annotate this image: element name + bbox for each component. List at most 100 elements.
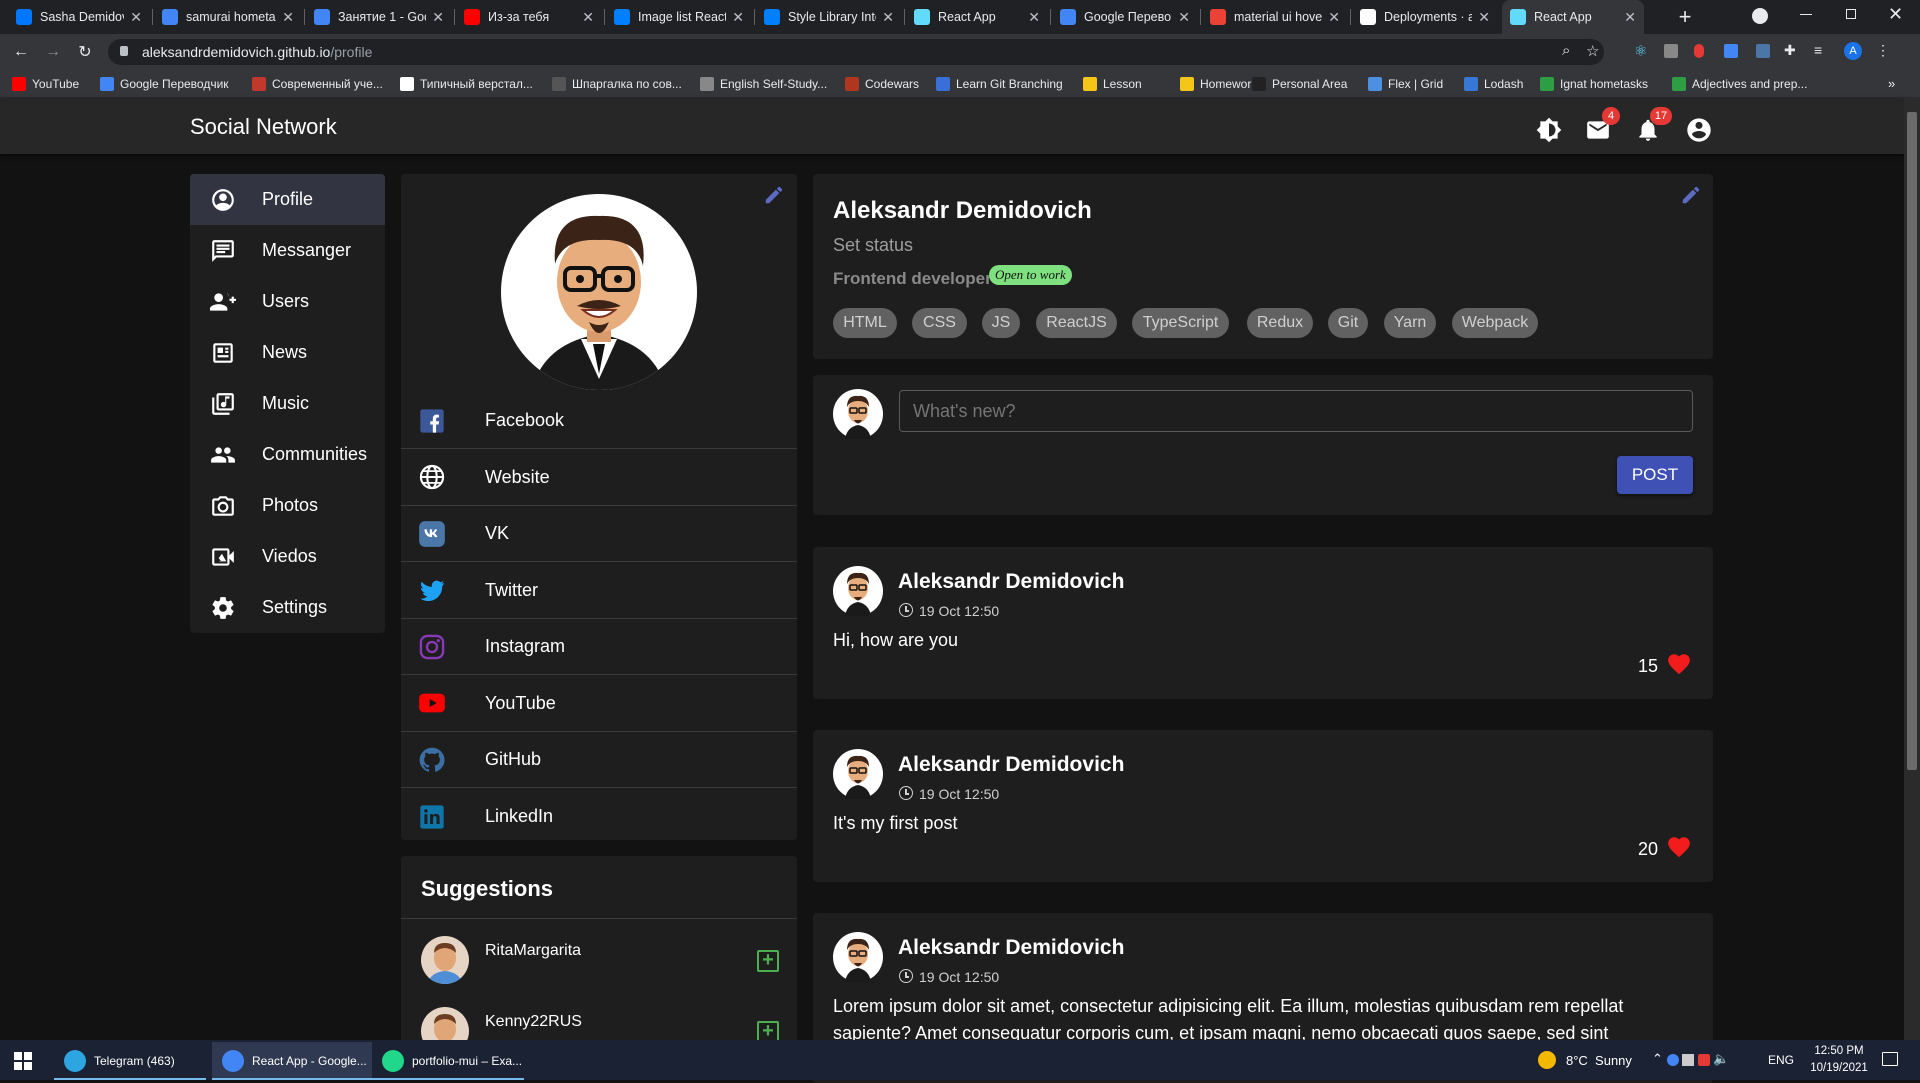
tray-icons[interactable]: ⌃ 🔈: [1652, 1051, 1730, 1067]
browser-tab[interactable]: Style Library Inte ✕: [756, 0, 902, 34]
notification-center-icon[interactable]: [1882, 1052, 1898, 1066]
bookmark-item[interactable]: Learn Git Branching: [936, 70, 1063, 98]
browser-tab[interactable]: material ui hove ✕: [1202, 0, 1348, 34]
scrollbar-thumb[interactable]: [1907, 112, 1917, 770]
social-link-github[interactable]: GitHub: [401, 732, 797, 788]
skill-chip[interactable]: CSS: [912, 308, 967, 338]
bookmark-item[interactable]: Lesson: [1083, 70, 1142, 98]
weather-text[interactable]: 8°C Sunny: [1566, 1053, 1632, 1068]
suggestion-avatar[interactable]: [421, 936, 469, 984]
skill-chip[interactable]: JS: [982, 308, 1020, 338]
post-author-avatar[interactable]: [833, 566, 883, 616]
windows-start-icon[interactable]: [14, 1052, 32, 1070]
close-tab-icon[interactable]: ✕: [432, 9, 444, 26]
browser-tab[interactable]: React App ✕: [1502, 0, 1644, 34]
skill-chip[interactable]: ReactJS: [1036, 308, 1117, 338]
profile-status[interactable]: Set status: [833, 235, 913, 256]
bookmark-item[interactable]: Codewars: [845, 70, 919, 98]
browser-tab[interactable]: Image list React ✕: [606, 0, 752, 34]
sidebar-item-messanger[interactable]: Messanger: [190, 225, 385, 276]
sidebar-item-photos[interactable]: Photos: [190, 480, 385, 531]
new-tab-button[interactable]: +: [1672, 4, 1698, 30]
minimize-icon[interactable]: [1800, 14, 1812, 15]
close-tab-icon[interactable]: ✕: [1178, 9, 1190, 26]
bookmark-item[interactable]: Google Переводчик: [100, 70, 229, 98]
puzzle-icon[interactable]: ✚: [1784, 42, 1796, 59]
profile-avatar[interactable]: [501, 194, 697, 390]
post-button[interactable]: POST: [1617, 456, 1693, 494]
close-tab-icon[interactable]: ✕: [882, 9, 894, 26]
close-tab-icon[interactable]: ✕: [1328, 9, 1340, 26]
close-tab-icon[interactable]: ✕: [1478, 9, 1490, 26]
post-author-avatar[interactable]: [833, 932, 883, 982]
taskbar-app[interactable]: React App - Google...: [212, 1042, 372, 1080]
clock-date[interactable]: 10/19/2021: [1804, 1062, 1874, 1074]
back-icon[interactable]: ←: [8, 39, 34, 65]
social-link-vk[interactable]: VK: [401, 506, 797, 562]
menu-dots-icon[interactable]: ⋮: [1876, 42, 1890, 59]
close-tab-icon[interactable]: ✕: [282, 9, 294, 26]
social-link-linkedin[interactable]: LinkedIn: [401, 789, 797, 845]
close-tab-icon[interactable]: ✕: [732, 9, 744, 26]
browser-tab[interactable]: React App ✕: [906, 0, 1048, 34]
like-button[interactable]: 15: [1638, 651, 1692, 682]
bookmark-item[interactable]: Ignat hometasks: [1540, 70, 1648, 98]
browser-tab[interactable]: samurai hometa ✕: [154, 0, 302, 34]
close-tab-icon[interactable]: ✕: [1028, 9, 1040, 26]
taskbar-app[interactable]: Telegram (463): [54, 1042, 206, 1080]
add-friend-icon[interactable]: +: [757, 950, 779, 972]
weather-sun-icon[interactable]: [1538, 1051, 1556, 1069]
browser-tab[interactable]: Google Перево ✕: [1052, 0, 1198, 34]
suggestion-username[interactable]: Kenny22RUS: [485, 1013, 582, 1031]
browser-tab[interactable]: Занятие 1 - Goo ✕: [306, 0, 452, 34]
bookmark-item[interactable]: Шпаргалка по сов...: [552, 70, 682, 98]
skill-chip[interactable]: Git: [1328, 308, 1368, 338]
close-tab-icon[interactable]: ✕: [582, 9, 594, 26]
address-bar[interactable]: aleksandrdemidovich.github.io/profile ⌕ …: [108, 39, 1604, 65]
more-bookmarks-icon[interactable]: »: [1888, 76, 1895, 91]
suggestion-username[interactable]: RitaMargarita: [485, 942, 581, 960]
like-button[interactable]: 20: [1638, 834, 1692, 865]
close-tab-icon[interactable]: ✕: [130, 9, 142, 26]
profile-menu-icon[interactable]: [1752, 8, 1768, 24]
social-link-facebook[interactable]: Facebook: [401, 393, 797, 449]
sidebar-item-settings[interactable]: Settings: [190, 582, 385, 633]
social-link-twitter[interactable]: Twitter: [401, 563, 797, 619]
sidebar-item-viedos[interactable]: Viedos: [190, 531, 385, 582]
app-title[interactable]: Social Network: [190, 114, 337, 140]
post-author-name[interactable]: Aleksandr Demidovich: [898, 936, 1124, 960]
react-devtools-icon[interactable]: ⚛: [1634, 42, 1647, 60]
forward-icon[interactable]: →: [40, 39, 66, 65]
taskbar-app[interactable]: portfolio-mui – Exa...: [372, 1042, 524, 1080]
vk-ext-icon[interactable]: [1756, 44, 1770, 58]
browser-tab[interactable]: Sasha Demidovi ✕: [8, 0, 150, 34]
skill-chip[interactable]: HTML: [833, 308, 897, 338]
edit-profile-icon[interactable]: [1680, 184, 1702, 206]
bookmark-item[interactable]: Современный уче...: [252, 70, 383, 98]
sidebar-item-profile[interactable]: Profile: [190, 174, 385, 225]
restore-icon[interactable]: [1846, 9, 1856, 19]
sidebar-item-communities[interactable]: Communities: [190, 429, 385, 480]
translate-ext-icon[interactable]: [1724, 44, 1738, 58]
extension-icon[interactable]: [1664, 44, 1678, 58]
reading-list-icon[interactable]: ≡: [1814, 42, 1822, 58]
bookmark-star-icon[interactable]: ☆: [1586, 42, 1599, 60]
account-icon[interactable]: [1685, 116, 1713, 144]
skill-chip[interactable]: Redux: [1247, 308, 1313, 338]
bookmark-item[interactable]: English Self-Study...: [700, 70, 827, 98]
reload-icon[interactable]: ↻: [72, 39, 98, 65]
browser-tab[interactable]: Deployments · a ✕: [1352, 0, 1498, 34]
extension-red-icon[interactable]: [1694, 44, 1704, 58]
close-tab-icon[interactable]: ✕: [1624, 9, 1636, 26]
language-indicator[interactable]: ENG: [1768, 1053, 1794, 1067]
browser-tab[interactable]: Из-за тебя ✕: [456, 0, 602, 34]
post-author-name[interactable]: Aleksandr Demidovich: [898, 753, 1124, 777]
whats-new-input[interactable]: [899, 390, 1693, 432]
bookmark-item[interactable]: Personal Area: [1252, 70, 1347, 98]
social-link-youtube[interactable]: YouTube: [401, 676, 797, 732]
edit-avatar-icon[interactable]: [763, 184, 785, 206]
theme-toggle-icon[interactable]: [1536, 117, 1562, 143]
social-link-instagram[interactable]: Instagram: [401, 619, 797, 675]
clock-time[interactable]: 12:50 PM: [1808, 1045, 1870, 1057]
zoom-icon[interactable]: ⌕: [1562, 42, 1570, 59]
